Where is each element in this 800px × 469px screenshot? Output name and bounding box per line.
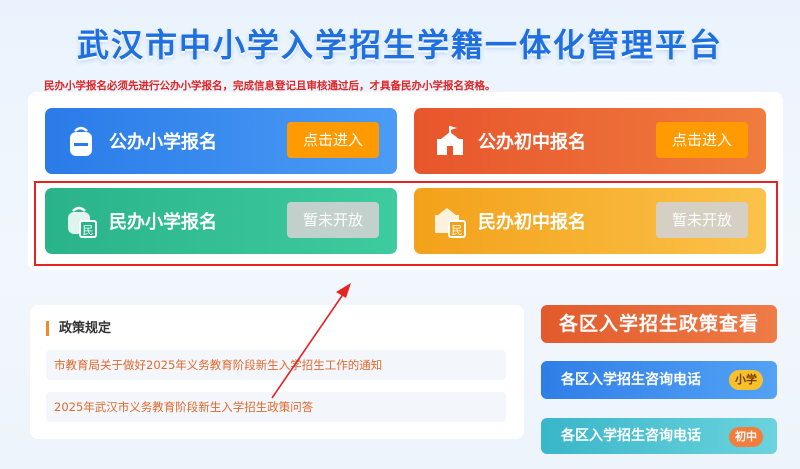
card-private-middle[interactable]: 民 民办初中报名 暂未开放 <box>414 188 766 254</box>
page-title: 武汉市中小学入学招生学籍一体化管理平台 <box>76 26 723 64</box>
card-label: 公办小学报名 <box>109 132 217 153</box>
middle-tag: 初中 <box>729 427 763 447</box>
primary-tag: 小学 <box>729 370 763 390</box>
card-public-middle[interactable]: 公办初中报名 点击进入 <box>414 108 766 174</box>
phone-middle-label: 各区入学招生咨询电话 <box>561 428 701 444</box>
enter-button[interactable]: 点击进入 <box>287 122 379 158</box>
policy-link[interactable]: 2025年武汉市义务教育阶段新生入学招生政策问答 <box>46 392 506 422</box>
backpack-private-icon: 民 <box>68 206 97 238</box>
school-private-icon: 民 <box>435 208 466 238</box>
phone-primary-label: 各区入学招生咨询电话 <box>561 372 701 388</box>
not-open-button[interactable]: 暂未开放 <box>287 202 379 238</box>
card-public-primary[interactable]: 公办小学报名 点击进入 <box>45 108 397 174</box>
phone-primary-button[interactable]: 各区入学招生咨询电话 小学 <box>541 361 777 399</box>
not-open-button[interactable]: 暂未开放 <box>656 202 748 238</box>
card-label: 民办小学报名 <box>109 212 217 233</box>
card-label: 民办初中报名 <box>478 212 586 233</box>
policy-link[interactable]: 市教育局关于做好2025年义务教育阶段新生入学招生工作的通知 <box>46 350 506 380</box>
svg-text:民: 民 <box>452 224 463 237</box>
phone-middle-button[interactable]: 各区入学招生咨询电话 初中 <box>541 418 777 454</box>
notice-text: 民办小学报名必须先进行公办小学报名，完成信息登记且审核通过后，才具备民办小学报名… <box>44 80 496 92</box>
policy-title: 政策规定 <box>46 321 111 336</box>
svg-text:民: 民 <box>83 224 94 237</box>
backpack-icon <box>70 126 92 156</box>
school-building-icon <box>437 126 463 155</box>
policy-lookup-button[interactable]: 各区入学招生政策查看 <box>541 305 777 343</box>
card-label: 公办初中报名 <box>478 132 586 153</box>
card-private-primary[interactable]: 民 民办小学报名 暂未开放 <box>45 188 397 254</box>
enter-button[interactable]: 点击进入 <box>656 122 748 158</box>
